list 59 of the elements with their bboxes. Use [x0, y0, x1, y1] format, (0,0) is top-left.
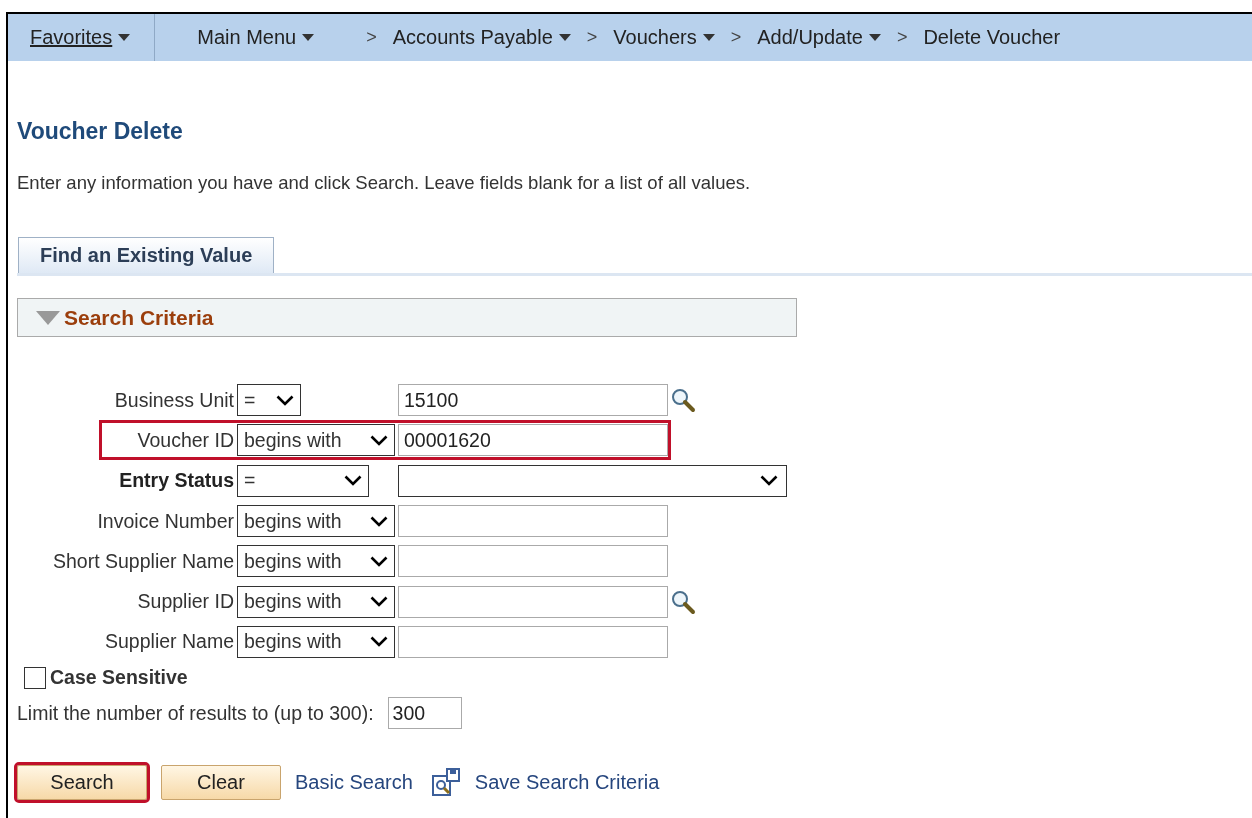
breadcrumb-link[interactable]: Vouchers — [613, 26, 715, 49]
breadcrumb-separator: > — [366, 27, 377, 48]
status-dropdown[interactable] — [398, 464, 787, 497]
chevron-icon — [370, 515, 388, 527]
breadcrumb-separator: > — [730, 27, 742, 48]
caret-icon — [868, 34, 881, 41]
value-field[interactable] — [398, 505, 668, 538]
tab[interactable]: Find an Existing Value — [18, 237, 275, 273]
field-label: Supplier ID — [136, 590, 234, 614]
chevron-icon — [370, 555, 388, 567]
page-title: Voucher Delete — [17, 118, 184, 146]
operator-dropdown[interactable]: = — [237, 384, 301, 417]
breadcrumb-link[interactable]: Delete Voucher — [923, 26, 1061, 49]
link[interactable]: Basic Search — [295, 771, 413, 795]
field-label: Voucher ID — [136, 428, 234, 452]
value-field[interactable]: 00001620 — [398, 424, 668, 457]
main-menu[interactable]: Main Menu — [197, 26, 315, 49]
operator-dropdown[interactable]: begins with — [237, 505, 395, 538]
limit-label: Limit the number of results to (up to 300): — [17, 701, 374, 725]
favorites-menu[interactable]: Favorites — [8, 14, 156, 61]
limit-field[interactable]: 300 — [387, 697, 462, 730]
checkbox[interactable] — [24, 666, 46, 689]
operator-dropdown[interactable]: begins with — [237, 625, 395, 658]
value-field[interactable] — [398, 625, 668, 658]
caret-icon — [118, 34, 131, 41]
action-button[interactable]: Clear — [161, 765, 281, 801]
breadcrumb-link[interactable]: Accounts Payable — [392, 26, 571, 49]
field-label: Invoice Number — [96, 509, 234, 533]
link[interactable]: Save Search Criteria — [474, 771, 660, 795]
search-icon[interactable] — [670, 588, 696, 615]
value-field[interactable] — [398, 585, 668, 618]
save-search-icon[interactable] — [430, 767, 461, 798]
field-label: Supplier Name — [104, 630, 234, 654]
chevron-icon — [370, 636, 388, 648]
action-button[interactable]: Search — [17, 765, 147, 801]
breadcrumb-separator: > — [586, 27, 598, 48]
instructions-text: Enter any information you have and click Search. Leave fields blank for a list of all values. — [17, 172, 752, 194]
value-field[interactable]: 15100 — [398, 384, 668, 417]
chevron-icon — [276, 394, 294, 406]
field-label: Short Supplier Name — [52, 549, 234, 573]
chevron-icon — [344, 475, 362, 487]
caret-icon — [302, 34, 315, 41]
checkbox-label: Case Sensitive — [50, 666, 188, 690]
caret-icon — [702, 34, 715, 41]
operator-dropdown[interactable]: begins with — [237, 545, 395, 578]
field-label: Business Unit — [113, 388, 234, 412]
breadcrumb-separator: > — [896, 27, 908, 48]
value-field[interactable] — [398, 545, 668, 578]
operator-dropdown[interactable]: begins with — [237, 424, 395, 457]
section-header[interactable]: Search Criteria — [17, 298, 797, 337]
operator-dropdown[interactable]: begins with — [237, 585, 395, 618]
operator-dropdown[interactable]: = — [237, 464, 369, 497]
caret-icon — [558, 34, 571, 41]
chevron-icon — [370, 434, 388, 446]
chevron-icon — [370, 596, 388, 608]
breadcrumb-link[interactable]: Add/Update — [757, 26, 881, 49]
chevron-icon — [760, 475, 778, 487]
search-icon[interactable] — [670, 387, 696, 414]
field-label: Entry Status — [118, 469, 234, 493]
